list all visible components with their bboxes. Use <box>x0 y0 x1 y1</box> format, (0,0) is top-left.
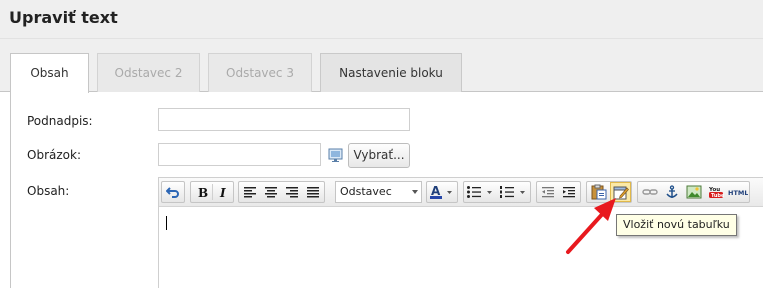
annotation-arrow <box>566 198 616 254</box>
svg-text:A: A <box>431 184 441 198</box>
align-center-icon[interactable] <box>261 182 281 202</box>
choose-image-button[interactable]: Vybrať... <box>348 143 410 168</box>
bold-icon[interactable]: B <box>192 182 212 202</box>
tab-nastavenie-bloku[interactable]: Nastavenie bloku <box>320 53 462 92</box>
chevron-down-icon <box>412 190 418 194</box>
undo-icon[interactable] <box>163 182 183 202</box>
format-select[interactable]: Odstavec <box>335 181 422 203</box>
dialog-title: Upraviť text <box>9 8 118 27</box>
svg-text:I: I <box>219 186 226 198</box>
subtitle-input[interactable] <box>158 108 410 131</box>
text-cursor <box>166 216 167 230</box>
align-justify-icon[interactable] <box>303 182 323 202</box>
tab-odstavec-2[interactable]: Odstavec 2 <box>97 53 200 92</box>
dialog-header: Upraviť text <box>0 0 763 39</box>
numbered-list-icon[interactable] <box>498 182 530 202</box>
font-color-icon[interactable]: A <box>428 182 456 202</box>
svg-text:HTML: HTML <box>728 189 748 197</box>
image-input[interactable] <box>158 143 321 166</box>
content-label: Obsah: <box>27 184 70 198</box>
italic-icon[interactable]: I <box>213 182 233 202</box>
editor-toolbar: B I Odstavec A You Tube HTML <box>159 178 763 207</box>
align-left-icon[interactable] <box>240 182 260 202</box>
youtube-icon[interactable]: You Tube <box>705 182 726 202</box>
svg-text:B: B <box>198 186 208 198</box>
tooltip: Vložiť novú tabuľku <box>616 214 737 236</box>
anchor-icon[interactable] <box>661 182 682 202</box>
subtitle-label: Podnadpis: <box>27 114 93 128</box>
tab-odstavec-3[interactable]: Odstavec 3 <box>208 53 312 92</box>
link-icon[interactable] <box>639 182 660 202</box>
image-label: Obrázok: <box>27 148 81 162</box>
html-icon[interactable]: HTML <box>727 182 749 202</box>
tab-strip: Obsah Odstavec 2 Odstavec 3 Nastavenie b… <box>0 39 763 93</box>
svg-text:Tube: Tube <box>711 193 724 199</box>
format-select-value: Odstavec <box>340 185 392 198</box>
align-right-icon[interactable] <box>282 182 302 202</box>
image-icon[interactable] <box>683 182 704 202</box>
tab-obsah[interactable]: Obsah <box>10 53 89 93</box>
browse-image-icon[interactable] <box>328 147 344 163</box>
outdent-icon[interactable] <box>538 182 558 202</box>
bullet-list-icon[interactable] <box>465 182 497 202</box>
